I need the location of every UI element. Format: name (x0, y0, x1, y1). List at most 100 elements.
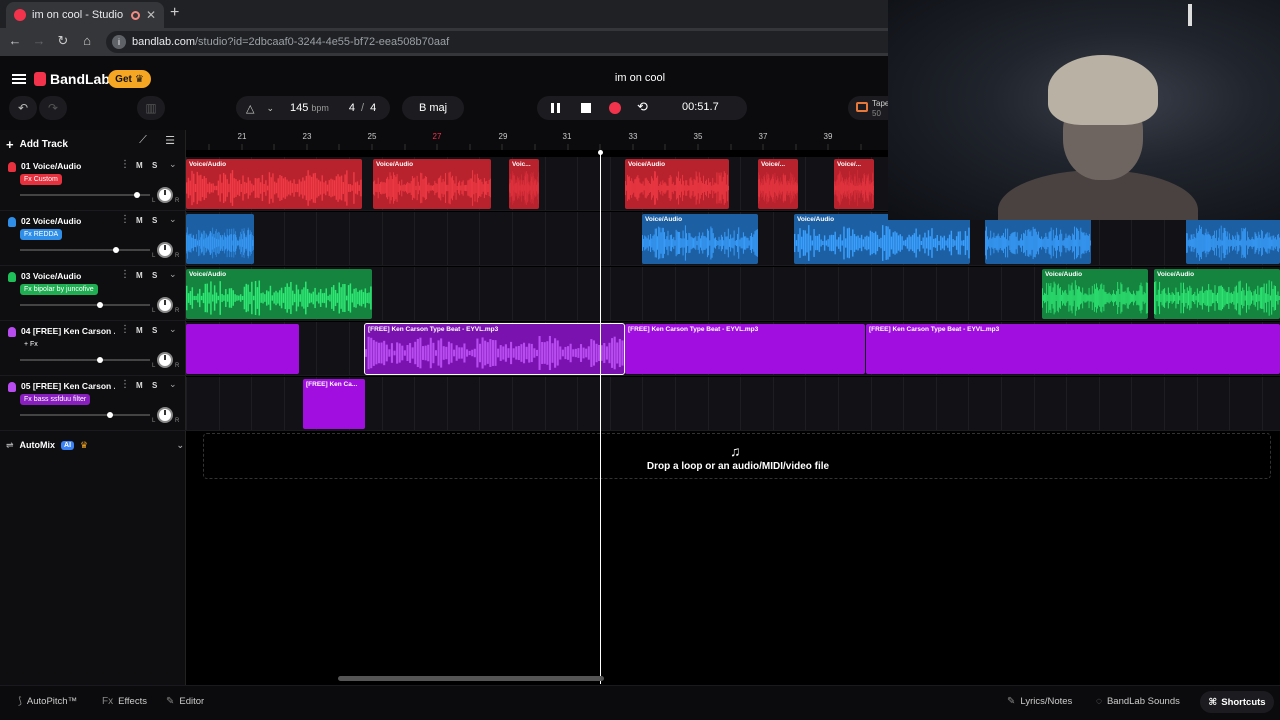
bandlab-sounds-button[interactable]: ◌ BandLab Sounds (1096, 696, 1180, 707)
track-name[interactable]: 02 Voice/Audio (21, 216, 115, 226)
pan-knob[interactable] (157, 407, 173, 423)
solo-button[interactable]: S (152, 381, 157, 390)
track-name[interactable]: 01 Voice/Audio (21, 161, 115, 171)
solo-button[interactable]: S (152, 216, 157, 225)
audio-clip[interactable] (1186, 214, 1280, 264)
track-name[interactable]: 03 Voice/Audio (21, 271, 115, 281)
audio-clip[interactable]: [FREE] Ken Carson Type Beat - EYVL.mp3 (364, 323, 625, 375)
audio-clip[interactable]: Voice/Audio (373, 159, 491, 209)
chevron-down-icon[interactable]: ⌄ (266, 103, 274, 114)
track-lane[interactable]: [FREE] Ken Ca... (186, 377, 1280, 431)
chevron-down-icon[interactable]: ⌄ (169, 324, 177, 335)
more-options-icon[interactable]: ⋮ (120, 159, 130, 170)
pause-icon[interactable] (549, 101, 563, 115)
mute-button[interactable]: M (136, 161, 143, 170)
forward-icon[interactable]: → (30, 33, 48, 48)
more-options-icon[interactable]: ⋮ (120, 214, 130, 225)
track-lane[interactable]: Voice/Audio Voice/Audio Voice/Audio (186, 267, 1280, 321)
volume-slider[interactable] (20, 412, 150, 418)
menu-icon[interactable] (12, 74, 26, 84)
shortcuts-button[interactable]: ⌘ Shortcuts (1200, 691, 1274, 713)
track-header[interactable]: 03 Voice/Audio ⋮ M S ⌄ Fx bipolar by juncofiv… (0, 267, 186, 321)
track-fx-badge[interactable]: Fx bass ssfduu filter (20, 394, 91, 405)
chevron-down-icon[interactable]: ⌄ (169, 379, 177, 390)
volume-slider[interactable] (20, 192, 150, 198)
more-options-icon[interactable]: ⋮ (120, 324, 130, 335)
audio-clip[interactable] (186, 324, 299, 374)
solo-button[interactable]: S (152, 271, 157, 280)
key-selector[interactable]: B maj (402, 96, 464, 120)
time-signature-denominator[interactable]: 4 (370, 102, 376, 114)
close-tab-icon[interactable]: ✕ (146, 8, 156, 22)
mixer-icon[interactable]: ☰ (160, 134, 180, 152)
new-tab-button[interactable]: + (170, 4, 179, 22)
piano-icon[interactable]: ▥ (137, 96, 165, 120)
tape-effect[interactable]: Tape 50 (848, 96, 888, 120)
track-lane[interactable]: [FREE] Ken Carson Type Beat - EYVL.mp3 [F… (186, 322, 1280, 376)
tuning-icon[interactable]: ⟋ (133, 134, 153, 152)
volume-slider[interactable] (20, 247, 150, 253)
effects-button[interactable]: Fx Effects (102, 696, 147, 707)
browser-tab[interactable]: im on cool - Studio ✕ (6, 2, 164, 28)
volume-slider-thumb[interactable] (96, 357, 103, 363)
playhead[interactable] (598, 150, 603, 684)
add-track-button[interactable]: + Add Track (6, 134, 82, 154)
pan-knob[interactable] (157, 187, 173, 203)
track-fx-badge[interactable]: Fx bipolar by juncofive (20, 284, 98, 295)
time-signature-numerator[interactable]: 4 (349, 102, 355, 114)
track-name[interactable]: 04 [FREE] Ken Carson ... (21, 326, 115, 336)
solo-button[interactable]: S (152, 326, 157, 335)
autopitch-button[interactable]: ⟆ AutoPitch™ (18, 696, 77, 707)
chevron-down-icon[interactable]: ⌄ (169, 214, 177, 225)
project-title[interactable]: im on cool (540, 72, 740, 84)
audio-clip[interactable]: Voice/Audio (1154, 269, 1280, 319)
back-icon[interactable]: ← (6, 33, 24, 48)
track-header[interactable]: 01 Voice/Audio ⋮ M S ⌄ Fx Custom L R (0, 157, 186, 211)
audio-clip[interactable]: Voice/Audio (186, 269, 372, 319)
track-header[interactable]: 05 [FREE] Ken Carson ... ⋮ M S ⌄ Fx bass ssfd… (0, 377, 186, 431)
audio-clip[interactable] (985, 214, 1091, 264)
horizontal-scrollbar[interactable] (338, 676, 604, 681)
mute-button[interactable]: M (136, 381, 143, 390)
redo-icon[interactable]: ↷ (39, 96, 67, 120)
audio-clip[interactable]: Voic... (509, 159, 539, 209)
audio-clip[interactable]: [FREE] Ken Carson Type Beat - EYVL.mp3 (625, 324, 865, 374)
track-lane[interactable]: Voice/Audio Voice/Audio (186, 212, 1280, 266)
volume-slider-thumb[interactable] (134, 192, 141, 198)
audio-clip[interactable]: [FREE] Ken Ca... (303, 379, 365, 429)
undo-icon[interactable]: ↶ (9, 96, 37, 120)
site-info-icon[interactable]: i (112, 35, 126, 49)
audio-clip[interactable]: Voice/... (834, 159, 874, 209)
metronome-icon[interactable]: △ (246, 102, 254, 115)
audio-clip[interactable]: [FREE] Ken Carson Type Beat - EYVL.mp3 (866, 324, 1280, 374)
chevron-down-icon[interactable]: ⌄ (169, 269, 177, 280)
volume-slider[interactable] (20, 357, 150, 363)
stop-icon[interactable] (579, 101, 593, 115)
lyrics-notes-button[interactable]: ✎ Lyrics/Notes (1007, 696, 1072, 707)
mute-button[interactable]: M (136, 216, 143, 225)
reload-icon[interactable]: ↻ (54, 33, 72, 49)
chevron-down-icon[interactable]: ⌄ (169, 159, 177, 170)
mute-button[interactable]: M (136, 271, 143, 280)
home-icon[interactable]: ⌂ (78, 33, 96, 48)
audio-clip[interactable]: Voice/Audio (642, 214, 758, 264)
drop-zone[interactable]: ♫ Drop a loop or an audio/MIDI/video fil… (203, 433, 1271, 479)
track-fx-badge[interactable]: Fx REDDA (20, 229, 63, 240)
volume-slider-thumb[interactable] (96, 302, 103, 308)
volume-slider-thumb[interactable] (113, 247, 119, 253)
chevron-down-icon[interactable]: ⌄ (176, 440, 184, 451)
automix-row[interactable]: ⇌ AutoMix AI ♛ ⌄ (6, 438, 184, 452)
get-membership-button[interactable]: Get ♛ (108, 70, 151, 88)
audio-clip[interactable]: Voice/Audio (625, 159, 729, 209)
pan-knob[interactable] (157, 297, 173, 313)
audio-clip[interactable]: Voice/Audio (794, 214, 970, 264)
audio-clip[interactable]: Voice/... (758, 159, 798, 209)
track-header[interactable]: 04 [FREE] Ken Carson ... ⋮ M S ⌄ + Fx L R (0, 322, 186, 376)
track-name[interactable]: 05 [FREE] Ken Carson ... (21, 381, 115, 391)
tempo-value[interactable]: 145 (290, 102, 308, 114)
record-icon[interactable] (608, 101, 622, 115)
track-header[interactable]: 02 Voice/Audio ⋮ M S ⌄ Fx REDDA L R (0, 212, 186, 266)
editor-button[interactable]: ✎ Editor (166, 696, 204, 707)
mute-button[interactable]: M (136, 326, 143, 335)
pan-knob[interactable] (157, 352, 173, 368)
